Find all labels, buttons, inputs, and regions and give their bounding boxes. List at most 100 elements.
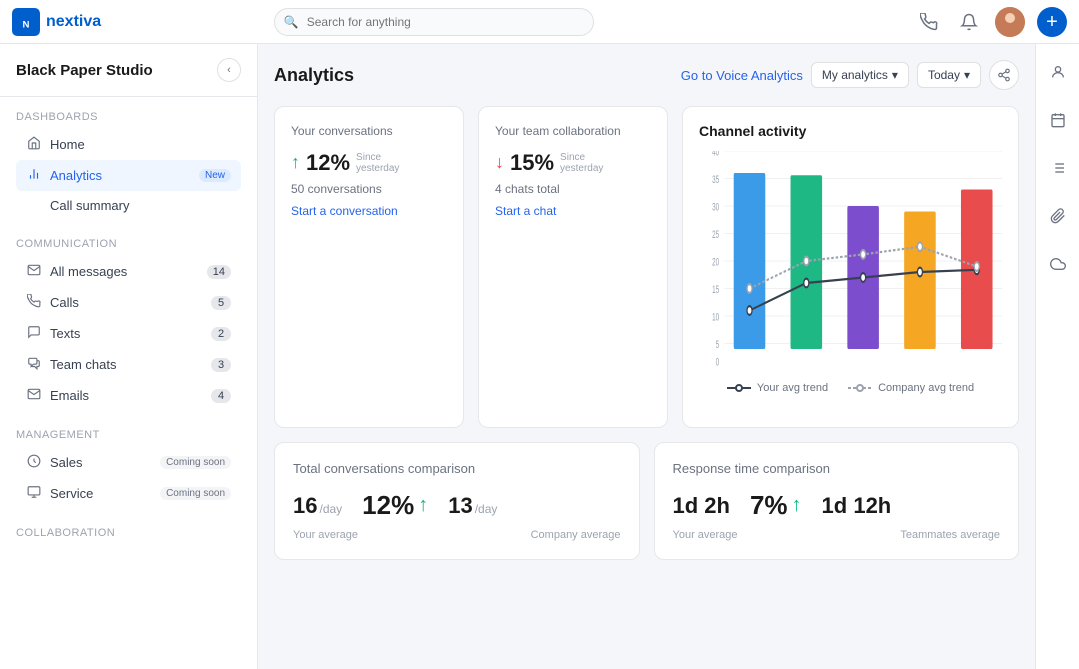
response-time-title: Response time comparison — [673, 461, 1001, 476]
conversations-up-arrow: ↑ — [291, 152, 300, 173]
nav-actions: + — [915, 7, 1067, 37]
sidebar-item-calls[interactable]: Calls 5 — [16, 287, 241, 318]
avatar[interactable] — [995, 7, 1025, 37]
conversations-since: Since — [356, 152, 399, 163]
collaboration-card: Your team collaboration ↓ 15% Since yest… — [478, 106, 668, 428]
search-input[interactable] — [274, 8, 594, 36]
logo-text: nextiva — [46, 13, 101, 31]
texts-badge: 2 — [211, 327, 231, 341]
bottom-row: Total conversations comparison 16 /day 1… — [274, 442, 1019, 560]
right-cloud-icon[interactable] — [1042, 248, 1074, 280]
collapse-button[interactable]: ‹ — [217, 58, 241, 82]
bell-icon[interactable] — [955, 8, 983, 36]
right-calendar-icon[interactable] — [1042, 104, 1074, 136]
sidebar-item-call-summary[interactable]: Call summary — [16, 191, 241, 220]
sales-label: Sales — [50, 455, 152, 470]
sidebar: Black Paper Studio ‹ Dashboards Home Ana… — [0, 44, 258, 669]
phone-icon[interactable] — [915, 8, 943, 36]
sidebar-item-all-messages[interactable]: All messages 14 — [16, 256, 241, 287]
share-button[interactable] — [989, 60, 1019, 90]
collaboration-yesterday: yesterday — [560, 163, 603, 174]
analytics-label: Analytics — [50, 168, 191, 183]
company-name: Black Paper Studio — [16, 62, 153, 79]
svg-text:25: 25 — [712, 228, 719, 240]
your-avg-value: 16 — [293, 493, 317, 519]
conversations-count: 50 conversations — [291, 182, 447, 196]
home-icon — [26, 136, 42, 153]
sidebar-header: Black Paper Studio ‹ — [0, 44, 257, 97]
company-avg-value: 13 — [448, 493, 472, 519]
collaboration-title: Your team collaboration — [495, 123, 651, 140]
sidebar-section-communication: Communication All messages 14 Calls 5 — [0, 224, 257, 415]
dashboards-label: Dashboards — [16, 111, 241, 123]
content-header: Analytics Go to Voice Analytics My analy… — [274, 60, 1019, 90]
sidebar-section-collaboration: Collaboration — [0, 513, 257, 549]
response-your-label: Your average — [673, 529, 738, 541]
collaboration-label: Collaboration — [16, 527, 241, 539]
svg-text:20: 20 — [712, 256, 719, 268]
channel-activity-title: Channel activity — [699, 123, 1002, 139]
sidebar-item-emails[interactable]: Emails 4 — [16, 380, 241, 411]
company-avg-unit: /day — [475, 502, 498, 516]
header-actions: Go to Voice Analytics My analytics ▾ Tod… — [681, 60, 1019, 90]
your-avg-legend-label: Your avg trend — [757, 382, 828, 394]
channel-chart-svg: 40 35 30 25 20 15 10 5 0 Email — [699, 151, 1002, 371]
sidebar-item-sales[interactable]: Sales Coming soon — [16, 447, 241, 478]
emails-badge: 4 — [211, 389, 231, 403]
conversations-pct: 12% — [306, 150, 350, 176]
svg-text:35: 35 — [712, 173, 719, 185]
right-list-icon[interactable] — [1042, 152, 1074, 184]
sales-coming-soon-badge: Coming soon — [160, 456, 231, 469]
add-button[interactable]: + — [1037, 7, 1067, 37]
my-analytics-dropdown[interactable]: My analytics ▾ — [811, 62, 909, 88]
right-paperclip-icon[interactable] — [1042, 200, 1074, 232]
your-avg-legend: Your avg trend — [727, 382, 828, 394]
your-avg-unit: /day — [319, 502, 342, 516]
teammates-label: Teammates average — [900, 529, 1000, 541]
voice-analytics-link[interactable]: Go to Voice Analytics — [681, 68, 803, 83]
chevron-down-icon: ▾ — [892, 68, 898, 82]
right-sidebar — [1035, 44, 1079, 669]
today-dropdown[interactable]: Today ▾ — [917, 62, 981, 88]
collaboration-down-arrow: ↓ — [495, 152, 504, 173]
sidebar-item-team-chats[interactable]: Team chats 3 — [16, 349, 241, 380]
search-bar: 🔍 — [274, 8, 594, 36]
team-chats-label: Team chats — [50, 357, 203, 372]
management-label: Management — [16, 429, 241, 441]
svg-text:0: 0 — [716, 356, 720, 368]
call-summary-label: Call summary — [50, 198, 231, 213]
all-messages-label: All messages — [50, 264, 199, 279]
start-conversation-link[interactable]: Start a conversation — [291, 204, 447, 218]
cards-row: Your conversations ↑ 12% Since yesterday… — [274, 106, 1019, 428]
svg-text:30: 30 — [712, 201, 719, 213]
svg-text:N: N — [23, 19, 30, 30]
today-label: Today — [928, 68, 960, 82]
pct-col: 12% ↑ — [362, 490, 428, 521]
collaboration-pct: 15% — [510, 150, 554, 176]
all-messages-icon — [26, 263, 42, 280]
sidebar-item-service[interactable]: Service Coming soon — [16, 478, 241, 509]
collaboration-count: 4 chats total — [495, 182, 651, 196]
total-conversations-title: Total conversations comparison — [293, 461, 621, 476]
right-user-icon[interactable] — [1042, 56, 1074, 88]
my-analytics-label: My analytics — [822, 68, 888, 82]
sidebar-item-analytics[interactable]: Analytics New — [16, 160, 241, 191]
response-pct-col: 7% ↑ — [750, 490, 802, 521]
calls-icon — [26, 294, 42, 311]
conversations-metric: ↑ 12% Since yesterday — [291, 150, 447, 176]
response-your-avg-col: 1d 2h — [673, 493, 730, 519]
conversations-title: Your conversations — [291, 123, 447, 140]
collaboration-metric: ↓ 15% Since yesterday — [495, 150, 651, 176]
start-chat-link[interactable]: Start a chat — [495, 204, 651, 218]
home-label: Home — [50, 137, 231, 152]
response-pct: 7% — [750, 490, 788, 521]
your-avg-label: Your average — [293, 529, 358, 541]
svg-text:5: 5 — [716, 338, 720, 350]
sidebar-item-home[interactable]: Home — [16, 129, 241, 160]
calls-label: Calls — [50, 295, 203, 310]
teammates-avg-col: 1d 12h — [822, 493, 892, 519]
page-title: Analytics — [274, 65, 681, 86]
logo: N nextiva — [12, 8, 101, 36]
texts-icon — [26, 325, 42, 342]
sidebar-item-texts[interactable]: Texts 2 — [16, 318, 241, 349]
